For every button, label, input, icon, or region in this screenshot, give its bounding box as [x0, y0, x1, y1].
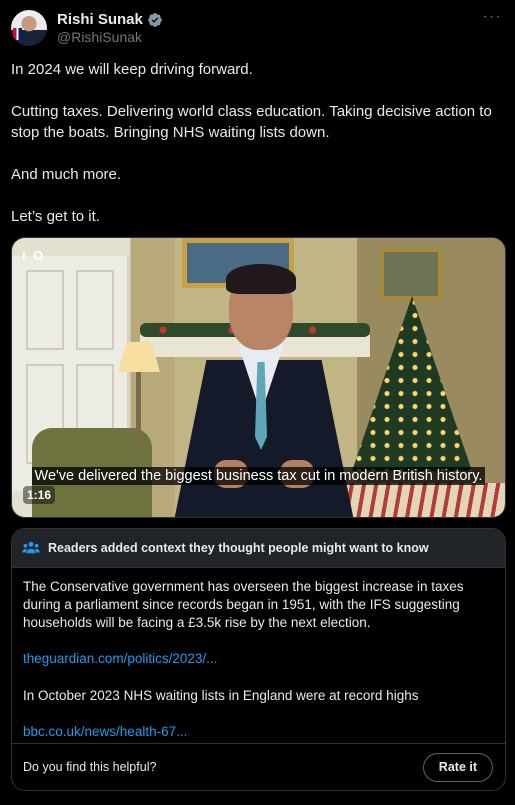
- community-notes-icon: [22, 541, 40, 554]
- helpful-question: Do you find this helpful?: [23, 760, 157, 774]
- tweet-paragraph: Cutting taxes. Delivering world class ed…: [11, 103, 492, 141]
- video-speaker-hair: [226, 264, 296, 294]
- community-note-footer: Do you find this helpful? Rate it: [12, 743, 505, 790]
- rate-it-button[interactable]: Rate it: [422, 752, 493, 782]
- video-caption: We've delivered the biggest business tax…: [12, 467, 505, 485]
- tweet-paragraph: Let’s get to it.: [11, 208, 100, 225]
- community-note-title: Readers added context they thought peopl…: [48, 541, 429, 555]
- verified-badge-icon: [148, 12, 162, 27]
- community-note-body: The Conservative government has overseen…: [12, 568, 505, 741]
- community-note: Readers added context they thought peopl…: [11, 528, 506, 791]
- tweet-paragraph: And much more.: [11, 166, 122, 183]
- source-link-guardian[interactable]: theguardian.com/politics/2023/...: [23, 650, 493, 668]
- video-sofa: [342, 483, 505, 517]
- video-player[interactable]: i O We've delivered the biggest business…: [11, 237, 506, 518]
- community-note-header: Readers added context they thought peopl…: [12, 529, 505, 568]
- community-note-paragraph: In October 2023 NHS waiting lists in Eng…: [23, 688, 419, 703]
- avatar[interactable]: [11, 10, 47, 46]
- source-link-bbc[interactable]: bbc.co.uk/news/health-67...: [23, 723, 493, 741]
- author-name-row: Rishi Sunak: [57, 11, 163, 28]
- author-handle[interactable]: @RishiSunak: [57, 29, 142, 45]
- video-corner-icon[interactable]: i O: [22, 248, 45, 263]
- video-lamp-stand: [136, 372, 141, 452]
- author-name[interactable]: Rishi Sunak: [57, 11, 143, 28]
- more-options-icon[interactable]: ···: [481, 9, 503, 28]
- tweet-text: In 2024 we will keep driving forward. Cu…: [11, 59, 507, 248]
- tweet-header: Rishi Sunak @RishiSunak ···: [11, 9, 505, 50]
- community-note-paragraph: The Conservative government has overseen…: [23, 579, 464, 630]
- video-caption-text: We've delivered the biggest business tax…: [31, 467, 486, 485]
- video-duration: 1:16: [23, 486, 56, 504]
- union-flag-pin: [13, 28, 22, 40]
- tweet-paragraph: In 2024 we will keep driving forward.: [11, 61, 253, 78]
- video-painting: [380, 248, 442, 300]
